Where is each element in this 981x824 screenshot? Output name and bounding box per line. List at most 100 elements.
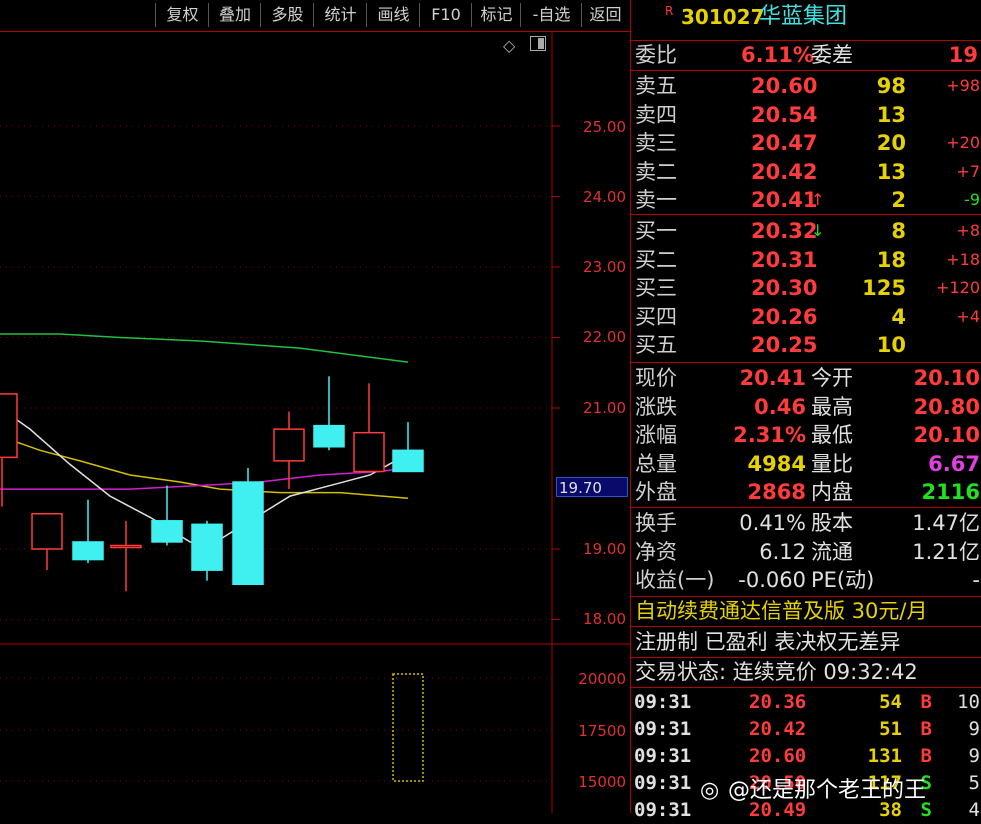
bid-row[interactable]: 买一 20.32 8 +8 ↓ — [631, 217, 981, 245]
stat-value: 0.46 — [754, 394, 806, 419]
fund-value: -0.060 — [738, 568, 806, 592]
tick-time: 09:31 — [634, 799, 692, 821]
ask-label: 卖五 — [635, 74, 677, 98]
weibi-row: 委比 6.11% 委差 19 — [631, 41, 981, 69]
stat-label: 今开 — [811, 366, 853, 390]
candle-body — [313, 424, 345, 448]
diamond-icon[interactable]: ◇ — [503, 36, 515, 55]
toolbar-button-4[interactable]: 画线 — [366, 3, 420, 27]
bid-row[interactable]: 买五 20.25 10 — [631, 331, 981, 359]
stat-label: 最低 — [811, 423, 853, 447]
bid-price: 20.26 — [751, 304, 818, 329]
bid-volume: 8 — [891, 219, 906, 243]
down-arrow-icon: ↓ — [811, 221, 825, 240]
bid-label: 买四 — [635, 304, 677, 329]
bid-volume: 18 — [876, 247, 906, 272]
trade-status: 交易状态: 连续竞价 09:32:42 — [635, 660, 918, 684]
bid-change: +120 — [936, 278, 980, 297]
stat-value: 2868 — [747, 480, 806, 504]
candle-body — [392, 449, 424, 473]
ask-volume: 20 — [876, 131, 906, 155]
toolbar-button-5[interactable]: F10 — [419, 3, 472, 27]
stat-value: 20.41 — [739, 366, 806, 390]
bid-price: 20.30 — [751, 276, 818, 300]
fund-label: 流通 — [811, 539, 853, 564]
bid-row[interactable]: 买二 20.31 18 +18 — [631, 246, 981, 274]
ask-row[interactable]: 卖三 20.47 20 +20 — [631, 129, 981, 157]
toolbar-button-7[interactable]: -自选 — [520, 3, 582, 27]
bid-row[interactable]: 买四 20.26 4 +4 — [631, 303, 981, 331]
ask-volume: 98 — [876, 74, 906, 98]
stat-label: 内盘 — [811, 480, 853, 504]
price-tick: 23.00 — [583, 258, 626, 276]
quote-panel: R 301027 华蓝集团 委比 6.11% 委差 19 卖五 20.60 98 +9… — [630, 0, 981, 821]
panel-toggle-icon[interactable] — [530, 36, 546, 51]
bid-change: +18 — [946, 249, 980, 269]
ask-volume: 13 — [876, 102, 906, 127]
up-arrow-icon: ↑ — [811, 190, 825, 209]
tick-row[interactable]: 09:31 20.60 131 B 9 — [631, 743, 981, 770]
tick-price: 20.42 — [749, 718, 807, 740]
stat-value: 6.67 — [928, 451, 980, 476]
tick-row[interactable]: 09:31 20.42 51 B 9 — [631, 716, 981, 743]
fund-label: PE(动) — [811, 568, 875, 592]
price-tick: 19.00 — [583, 540, 626, 558]
stat-label: 现价 — [635, 366, 677, 390]
toolbar-button-0[interactable]: 复权 — [155, 3, 209, 27]
fund-value: 1.47亿 — [912, 511, 980, 535]
ask-label: 卖一 — [635, 188, 677, 212]
tick-count: 9 — [968, 745, 980, 767]
tick-volume: 51 — [879, 718, 902, 740]
fund-value: 6.12 — [759, 539, 806, 564]
candle-body — [191, 523, 223, 571]
weicha-label: 委差 — [811, 43, 853, 67]
tick-row[interactable]: 09:31 20.36 54 B 10 — [631, 689, 981, 716]
volume-tick: 20000 — [578, 670, 626, 688]
price-tick: 18.00 — [583, 610, 626, 628]
promo-banner[interactable]: 自动续费通达信普及版 30元/月 — [631, 597, 981, 625]
tick-side: B — [920, 691, 932, 713]
ask-row[interactable]: 卖四 20.54 13 — [631, 101, 981, 129]
current-price-marker: 19.70 — [556, 477, 628, 497]
toolbar-button-1[interactable]: 叠加 — [208, 3, 261, 27]
bid-price: 20.32 — [751, 219, 818, 243]
toolbar-button-6[interactable]: 标记 — [471, 3, 521, 27]
ask-row[interactable]: 卖二 20.42 13 +7 — [631, 158, 981, 186]
tick-price: 20.60 — [749, 745, 807, 767]
fund-value: - — [972, 568, 980, 592]
ask-label: 卖二 — [635, 159, 677, 184]
tick-count: 4 — [968, 799, 980, 821]
toolbar-button-2[interactable]: 多股 — [260, 3, 314, 27]
ask-label: 卖四 — [635, 102, 677, 127]
fund-label: 换手 — [635, 511, 677, 535]
watermark-text: @还是那个老王的王 — [728, 778, 927, 803]
ask-row[interactable]: 卖五 20.60 98 +98 — [631, 72, 981, 100]
volume-tick: 17500 — [578, 722, 626, 740]
bid-label: 买三 — [635, 276, 677, 300]
stat-row: 外盘 2868 内盘 2116 — [631, 478, 981, 506]
bid-volume: 10 — [876, 333, 906, 357]
stat-value: 2116 — [921, 480, 980, 504]
kline-chart[interactable] — [0, 32, 630, 813]
volume-tick: 15000 — [578, 773, 626, 791]
ask-volume: 13 — [876, 159, 906, 184]
bid-row[interactable]: 买三 20.30 125 +120 — [631, 274, 981, 302]
ask-price: 20.42 — [751, 159, 818, 184]
weibi-label: 委比 — [635, 43, 677, 67]
weicha-value: 19 — [948, 43, 978, 67]
toolbar-button-8[interactable]: 返回 — [581, 3, 629, 27]
stat-row: 现价 20.41 今开 20.10 — [631, 364, 981, 392]
bid-price: 20.25 — [751, 333, 818, 357]
toolbar-button-3[interactable]: 统计 — [313, 3, 367, 27]
ask-volume: 2 — [891, 188, 906, 212]
ma-line-green — [0, 333, 409, 363]
tick-volume: 131 — [867, 745, 902, 767]
tick-side: B — [920, 745, 932, 767]
ask-row[interactable]: 卖一 20.41 2 -9 ↑ — [631, 186, 981, 214]
stat-label: 涨跌 — [635, 394, 677, 419]
stat-label: 总量 — [635, 451, 677, 476]
bid-label: 买五 — [635, 333, 677, 357]
price-tick: 22.00 — [583, 328, 626, 346]
fund-row: 净资 6.12 流通 1.21亿 — [631, 538, 981, 566]
bid-label: 买二 — [635, 247, 677, 272]
